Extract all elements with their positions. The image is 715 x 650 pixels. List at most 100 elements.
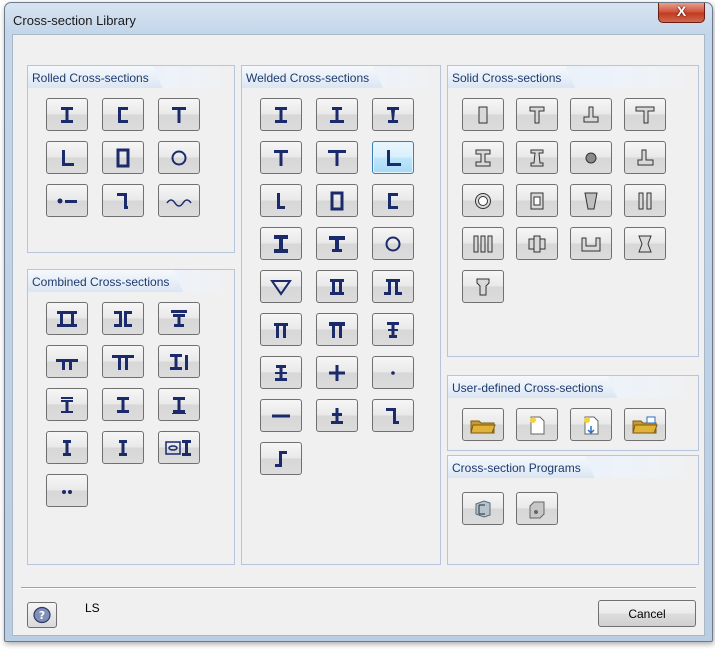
- welded-z-button[interactable]: [372, 399, 414, 432]
- circular-hollow-section-button[interactable]: [158, 141, 200, 174]
- programs-group-title: Cross-section Programs: [448, 456, 595, 478]
- welded-i-asymmetric-button[interactable]: [316, 98, 358, 131]
- welded-box-button[interactable]: [316, 184, 358, 217]
- solid-trapezoid-button[interactable]: [570, 184, 612, 217]
- solid-trapezoid-icon: [584, 192, 598, 209]
- cancel-button[interactable]: Cancel: [598, 600, 696, 627]
- i-tapered-button[interactable]: [46, 431, 88, 464]
- welded-t-heavy-icon: [329, 235, 345, 252]
- welded-round-bar-button[interactable]: [372, 356, 414, 389]
- double-t-button[interactable]: [46, 345, 88, 378]
- welded-flat-bar-button[interactable]: [260, 399, 302, 432]
- solid-i-tapered-icon: [530, 149, 544, 166]
- welded-t-heavy-button[interactable]: [316, 227, 358, 260]
- z-section-button[interactable]: [102, 184, 144, 217]
- folder-export-icon: [632, 416, 658, 433]
- angle-section-icon: [62, 149, 74, 166]
- help-button[interactable]: ?: [27, 602, 57, 628]
- t-section-button[interactable]: [158, 98, 200, 131]
- welded-trapezoid-box-button[interactable]: [260, 270, 302, 303]
- folder-export-button[interactable]: [624, 408, 666, 441]
- welded-i-tapered-icon: [387, 106, 399, 123]
- welded-pi-heavy-button[interactable]: [316, 313, 358, 346]
- welded-channel-button[interactable]: [372, 184, 414, 217]
- i-with-cap-button[interactable]: [46, 388, 88, 421]
- round-bar-button[interactable]: [46, 184, 88, 217]
- new-section-import-button[interactable]: [570, 408, 612, 441]
- solid-hollow-rectangle-icon: [530, 192, 544, 209]
- solid-hollow-circle-button[interactable]: [462, 184, 504, 217]
- thin-walled-profile-button[interactable]: [158, 184, 200, 217]
- welded-l-flange-icon: [277, 192, 285, 209]
- solid-cross-rectangle-button[interactable]: [516, 227, 558, 260]
- solid-triple-rectangle-button[interactable]: [462, 227, 504, 260]
- welded-cruciform-i-button[interactable]: [260, 356, 302, 389]
- welded-i-tapered-button[interactable]: [372, 98, 414, 131]
- double-i-button[interactable]: [46, 302, 88, 335]
- help-icon: ?: [33, 606, 51, 624]
- new-section-button[interactable]: [516, 408, 558, 441]
- rectangular-hollow-section-button[interactable]: [102, 141, 144, 174]
- i-in-box-button[interactable]: [158, 431, 200, 464]
- solid-inverted-t-button[interactable]: [570, 98, 612, 131]
- welded-i-heavy-button[interactable]: [260, 227, 302, 260]
- t-with-plate-button[interactable]: [158, 302, 200, 335]
- welded-tube-button[interactable]: [372, 227, 414, 260]
- solid-circle-button[interactable]: [570, 141, 612, 174]
- welded-l-flange-button[interactable]: [260, 184, 302, 217]
- open-folder-button[interactable]: [462, 408, 504, 441]
- welded-t-wide-button[interactable]: [316, 141, 358, 174]
- i-with-cap-icon: [61, 396, 73, 413]
- solid-t-button[interactable]: [516, 98, 558, 131]
- welded-z-icon: [386, 407, 399, 424]
- solid-funnel-button[interactable]: [462, 270, 504, 303]
- combined-group: Combined Cross-sections: [27, 269, 235, 565]
- double-round-bars-icon: [62, 489, 72, 494]
- i-section-icon: [61, 106, 73, 123]
- channel-section-button[interactable]: [102, 98, 144, 131]
- double-round-bars-button[interactable]: [46, 474, 88, 507]
- welded-i-stiffened-button[interactable]: [372, 313, 414, 346]
- solid-u-channel-button[interactable]: [570, 227, 612, 260]
- welded-hat-box-button[interactable]: [372, 270, 414, 303]
- i-small-button[interactable]: [102, 431, 144, 464]
- welded-flat-bar-icon: [272, 414, 290, 417]
- i-section-button[interactable]: [46, 98, 88, 131]
- double-t-wide-button[interactable]: [102, 345, 144, 378]
- solid-hollow-rectangle-button[interactable]: [516, 184, 558, 217]
- solid-double-rectangle-button[interactable]: [624, 184, 666, 217]
- welded-i-symmetric-button[interactable]: [260, 98, 302, 131]
- solid-i-tapered-button[interactable]: [516, 141, 558, 174]
- shape-massive-program-button[interactable]: [516, 492, 558, 525]
- solid-double-trapezoid-button[interactable]: [624, 227, 666, 260]
- double-t-wide-icon: [112, 354, 134, 370]
- back-to-back-channels-button[interactable]: [102, 302, 144, 335]
- dialog-client-area: Rolled Cross-sections Combined Cross-sec…: [12, 34, 705, 636]
- welded-cross-button[interactable]: [316, 356, 358, 389]
- welded-cruciform-i-icon: [275, 364, 287, 381]
- welded-angle-button[interactable]: [372, 141, 414, 174]
- welded-t-stiffened-button[interactable]: [316, 399, 358, 432]
- welded-z-step-button[interactable]: [260, 442, 302, 475]
- solid-rectangle-button[interactable]: [462, 98, 504, 131]
- welded-t-button[interactable]: [260, 141, 302, 174]
- solid-t-wide-button[interactable]: [624, 98, 666, 131]
- solid-i-button[interactable]: [462, 141, 504, 174]
- i-with-flat-button[interactable]: [158, 345, 200, 378]
- angle-section-button[interactable]: [46, 141, 88, 174]
- welded-cross-icon: [329, 364, 345, 381]
- t-section-icon: [172, 106, 186, 123]
- shape-thin-program-button[interactable]: [462, 492, 504, 525]
- i-with-plate-bottom-button[interactable]: [158, 388, 200, 421]
- back-to-back-channels-icon: [114, 310, 132, 327]
- welded-box-flanged-button[interactable]: [316, 270, 358, 303]
- solid-l-button[interactable]: [624, 141, 666, 174]
- solid-t-wide-icon: [635, 106, 655, 123]
- z-section-icon: [117, 192, 128, 209]
- title-bar[interactable]: Cross-section Library X: [5, 3, 712, 33]
- solid-t-icon: [529, 106, 545, 123]
- welded-pi-button[interactable]: [260, 313, 302, 346]
- welded-box-flanged-icon: [330, 278, 344, 295]
- i-plain-button[interactable]: [102, 388, 144, 421]
- close-button[interactable]: X: [658, 3, 705, 23]
